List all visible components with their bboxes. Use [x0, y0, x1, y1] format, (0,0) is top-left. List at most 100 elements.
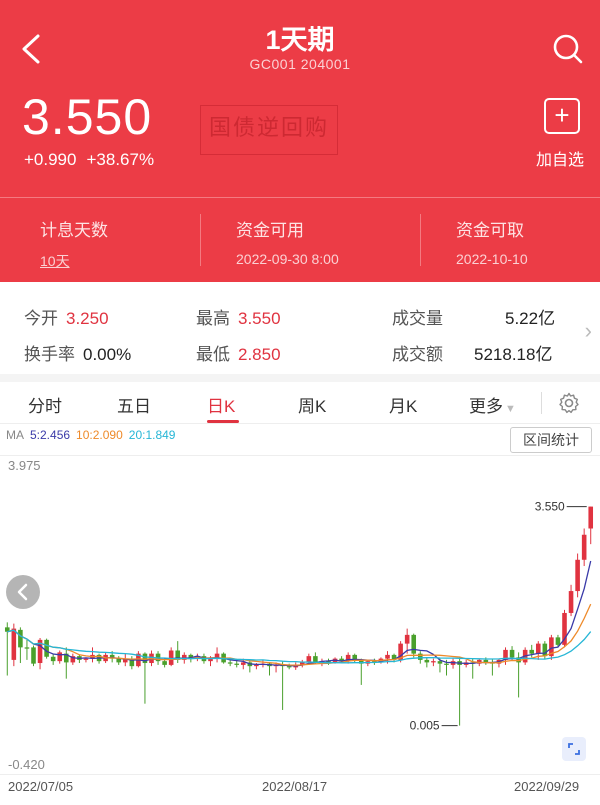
- x-axis-label-end: 2022/09/29: [514, 779, 580, 794]
- tab-more-label: 更多: [469, 397, 503, 416]
- candle-body: [417, 653, 423, 660]
- candle-body: [142, 653, 148, 664]
- section-separator: [0, 374, 600, 382]
- y-axis-min-label: -0.420: [8, 757, 45, 772]
- candle-body: [313, 656, 318, 663]
- plus-icon[interactable]: +: [544, 98, 580, 134]
- candle-body: [31, 647, 36, 664]
- tab-intraday[interactable]: 分时: [28, 392, 62, 417]
- candle-body: [437, 661, 443, 664]
- funds-withdrawable-label: 资金可取: [456, 221, 524, 240]
- quote-stats[interactable]: 今开 3.250 最高 3.550 成交量 5.22亿 换手率 0.00% 最低 2.8…: [0, 282, 600, 374]
- candle-body: [50, 656, 56, 662]
- candle-body: [404, 634, 410, 644]
- interest-days-value[interactable]: 10天: [40, 251, 108, 271]
- candle-body: [227, 662, 233, 664]
- candle-body: [240, 662, 246, 665]
- divider: [200, 214, 201, 266]
- candle-body: [575, 559, 580, 592]
- change-amount: +0.990: [24, 150, 77, 169]
- funds-available-value: 2022-09-30 8:00: [236, 251, 339, 267]
- candle-body: [581, 534, 587, 560]
- candle-body: [168, 650, 174, 665]
- tab-more[interactable]: 更多 ▼: [469, 392, 516, 417]
- candle-body: [542, 643, 548, 657]
- funds-available: 资金可用 2022-09-30 8:00: [236, 216, 339, 267]
- funds-available-label: 资金可用: [236, 221, 304, 240]
- ma-legend: MA 5:2.456 10:2.090 20:1.849: [6, 428, 181, 442]
- chevron-right-icon[interactable]: ›: [585, 318, 592, 344]
- fullscreen-button[interactable]: [562, 737, 586, 761]
- ma5-value: 5:2.456: [30, 428, 71, 442]
- ma10-line: [7, 603, 592, 666]
- last-price: 3.550: [22, 89, 153, 145]
- change-percent: +38.67%: [86, 150, 155, 169]
- stat-low: 最低 2.850: [196, 345, 281, 364]
- candle-body: [509, 649, 515, 658]
- tab-monthly-k[interactable]: 月K: [389, 392, 417, 417]
- candle-body: [529, 649, 535, 654]
- candle-body: [411, 634, 417, 654]
- ma20-value: 20:1.849: [128, 428, 176, 442]
- candle-body: [18, 629, 23, 648]
- candle-body: [431, 661, 436, 663]
- interest-days: 计息天数 10天: [40, 216, 108, 271]
- stat-open: 今开 3.250: [24, 309, 109, 328]
- chevron-left-icon: [17, 583, 28, 601]
- active-tab-indicator: [207, 420, 239, 423]
- stat-turnover: 换手率 0.00%: [24, 345, 132, 364]
- reverse-repo-stamp: 国债逆回购: [200, 105, 338, 155]
- funds-withdrawable-value: 2022-10-10: [456, 251, 528, 267]
- divider: [0, 197, 600, 198]
- candle-body: [44, 639, 49, 657]
- gear-icon[interactable]: [557, 391, 581, 415]
- candle-body: [385, 654, 390, 659]
- range-stats-button[interactable]: 区间统计: [510, 427, 592, 453]
- security-code: GC001 204001: [249, 56, 351, 72]
- candle-body: [83, 658, 89, 660]
- candle-body: [535, 643, 541, 654]
- tab-five-day[interactable]: 五日: [117, 392, 151, 417]
- candle-body: [234, 663, 240, 665]
- candle-body: [57, 652, 63, 662]
- candle-body: [588, 506, 594, 529]
- min-price-label: 0.005: [410, 719, 440, 733]
- stat-high: 最高 3.550: [196, 309, 281, 328]
- tab-daily-k[interactable]: 日K: [207, 392, 235, 417]
- y-axis-max-label: 3.975: [8, 458, 41, 473]
- tab-weekly-k[interactable]: 周K: [298, 392, 326, 417]
- search-icon[interactable]: [550, 30, 586, 68]
- candle-body: [444, 663, 449, 665]
- chart-tabs: 分时 五日 日K 周K 月K 更多 ▼: [0, 382, 600, 424]
- price-change: +0.990 +38.67%: [24, 150, 164, 170]
- stock-header: 1天期 GC001 204001 3.550 +0.990 +38.67% 国债逆…: [0, 0, 600, 282]
- caret-down-icon: ▼: [505, 403, 516, 415]
- ma10-value: 10:2.090: [76, 428, 123, 442]
- candle-body: [286, 666, 292, 668]
- add-watchlist-button[interactable]: 加自选: [536, 146, 584, 170]
- page-title: 1天期: [265, 25, 335, 55]
- expand-icon: [568, 743, 580, 755]
- stat-amount-label: 成交额: [392, 345, 443, 364]
- x-axis-label-start: 2022/07/05: [8, 779, 74, 794]
- interest-days-label: 计息天数: [40, 221, 108, 240]
- candle-body: [254, 664, 259, 667]
- stat-volume-value: 5.22亿: [505, 309, 556, 328]
- scroll-left-button[interactable]: [6, 575, 40, 609]
- stat-amount-value: 5218.18亿: [474, 345, 553, 364]
- candle-body: [24, 647, 30, 649]
- funds-withdrawable: 资金可取 2022-10-10: [456, 216, 528, 267]
- max-price-label: 3.550: [535, 500, 565, 514]
- x-axis-label-mid: 2022/08/17: [262, 779, 328, 794]
- divider: [420, 214, 421, 266]
- candlestick-chart[interactable]: 3.550 0.005: [0, 455, 600, 775]
- ma-label: MA: [6, 428, 24, 442]
- candle-body: [11, 628, 17, 660]
- stat-volume-label: 成交量: [392, 309, 443, 328]
- candle-body: [162, 661, 167, 665]
- divider: [541, 392, 542, 414]
- ma5-line: [7, 560, 592, 667]
- candle-body: [424, 659, 430, 663]
- candle-body: [568, 591, 574, 613]
- candle-body: [555, 637, 561, 645]
